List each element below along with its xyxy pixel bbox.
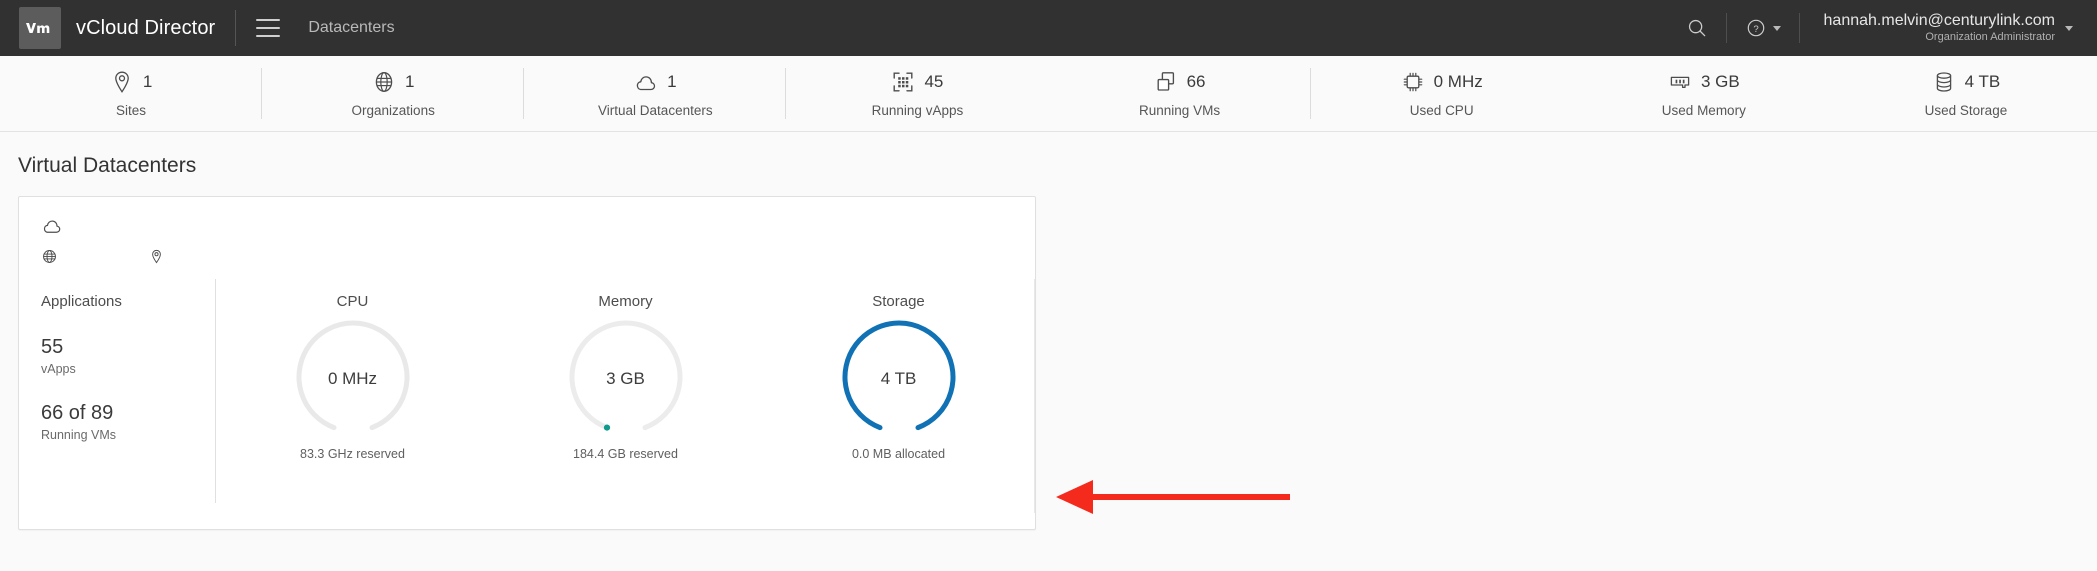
- cpu-gauge-footer: 83.3 GHz reserved: [300, 447, 405, 461]
- storage-gauge: 4 TB: [840, 320, 958, 438]
- stat-running-vms[interactable]: 66 Running VMs: [1049, 56, 1311, 131]
- card-header: [19, 197, 1035, 248]
- hamburger-icon[interactable]: [256, 19, 281, 37]
- stat-value: 1: [142, 71, 153, 91]
- stat-label: Sites: [116, 102, 147, 118]
- stat-label: Running vApps: [871, 102, 964, 118]
- stat-sites[interactable]: 1 Sites: [0, 56, 263, 131]
- cpu-gauge: 0 MHz: [294, 320, 412, 438]
- vm-logo-icon: [26, 23, 50, 33]
- running-vms-label: Running VMs: [41, 428, 117, 442]
- card-site[interactable]: [149, 248, 171, 265]
- search-icon: [1688, 19, 1705, 37]
- header-right-tools: ? hannah.melvin@centurylink.com Organiza…: [1668, 0, 2097, 56]
- arrow-left-icon: [1056, 480, 1290, 514]
- summary-stats-bar: 1 Sites 1 Organizations 1 Virtual Datace…: [0, 56, 2097, 132]
- header-divider: [235, 10, 237, 46]
- memory-gauge-value: 3 GB: [606, 369, 645, 388]
- vmware-logo[interactable]: [19, 7, 61, 49]
- user-email: hannah.melvin@centurylink.com: [1823, 12, 2055, 30]
- card-body: Applications 55 vApps 66 of 89 Running V…: [19, 279, 1035, 529]
- vapps-label: vApps: [41, 362, 76, 376]
- user-role: Organization Administrator: [1925, 31, 2055, 44]
- vm-stack-icon: [1157, 71, 1174, 91]
- stat-value: 1: [404, 71, 415, 91]
- memory-gauge: 3 GB: [567, 320, 685, 438]
- stat-label: Running VMs: [1139, 102, 1221, 118]
- virtual-datacenter-card[interactable]: Applications 55 vApps 66 of 89 Running V…: [18, 196, 1036, 530]
- globe-icon: [375, 71, 393, 92]
- cpu-gauge-value: 0 MHz: [327, 369, 378, 388]
- stat-value: 3 GB: [1700, 71, 1740, 91]
- chevron-down-icon: [1772, 25, 1781, 31]
- stat-label: Virtual Datacenters: [598, 102, 713, 118]
- stat-label: Used Memory: [1661, 102, 1746, 118]
- stat-used-storage[interactable]: 4 TB Used Storage: [1835, 56, 2097, 131]
- stat-value: 45: [924, 71, 944, 91]
- stat-used-memory[interactable]: 3 GB Used Memory: [1573, 56, 1835, 131]
- stat-value: 0 MHz: [1433, 71, 1483, 91]
- gauge-title: Memory: [598, 293, 653, 310]
- chevron-down-icon: [2065, 25, 2073, 31]
- help-circle-icon: ?: [1747, 19, 1764, 37]
- stat-running-vapps[interactable]: 45 Running vApps: [786, 56, 1048, 131]
- gauge-title: CPU: [336, 293, 369, 310]
- stat-label: Used CPU: [1409, 102, 1474, 118]
- cpu-gauge-column: CPU 0 MHz 83.3 GHz reserved: [216, 279, 489, 503]
- stat-value: 4 TB: [1964, 71, 2001, 91]
- location-pin-icon: [152, 249, 161, 264]
- page-content: Virtual Datacenters Applications 55 vApp…: [0, 154, 2097, 530]
- page-title: Virtual Datacenters: [18, 154, 197, 177]
- applications-title: Applications: [41, 293, 122, 310]
- stat-organizations[interactable]: 1 Organizations: [262, 56, 525, 131]
- location-pin-icon: [114, 71, 129, 93]
- vapps-count: 55: [41, 336, 64, 358]
- stat-label: Used Storage: [1924, 102, 2008, 118]
- cloud-icon: [43, 220, 61, 233]
- running-vms-count: 66 of 89: [41, 402, 114, 424]
- card-organization[interactable]: [41, 248, 65, 265]
- stat-value: 1: [667, 71, 677, 91]
- stat-used-cpu[interactable]: 0 MHz Used CPU: [1311, 56, 1573, 131]
- stat-virtual-datacenters[interactable]: 1 Virtual Datacenters: [524, 56, 787, 131]
- applications-column: Applications 55 vApps 66 of 89 Running V…: [19, 279, 216, 503]
- storage-gauge-footer: 0.0 MB allocated: [851, 447, 946, 461]
- svg-text:?: ?: [1753, 24, 1758, 35]
- search-button[interactable]: [1668, 0, 1726, 56]
- vapp-grid-icon: [893, 72, 913, 91]
- breadcrumb[interactable]: Datacenters: [308, 19, 394, 37]
- cloud-icon: [636, 75, 656, 90]
- cpu-chip-icon: [1403, 72, 1422, 91]
- stat-label: Organizations: [351, 102, 435, 118]
- storage-gauge-column: Storage 4 TB 0.0 MB allocated: [762, 279, 1035, 513]
- memory-stick-icon: [1670, 76, 1690, 88]
- memory-gauge-column: Memory 3 GB 184.4 GB reserved: [489, 279, 762, 503]
- memory-gauge-footer: 184.4 GB reserved: [573, 447, 678, 461]
- storage-gauge-value: 4 TB: [880, 369, 917, 388]
- annotation-arrow: [1040, 474, 1300, 524]
- app-title: vCloud Director: [76, 16, 216, 39]
- user-menu-button[interactable]: hannah.melvin@centurylink.com Organizati…: [1800, 11, 2097, 45]
- help-menu-button[interactable]: ?: [1727, 17, 1799, 39]
- storage-drum-icon: [1936, 71, 1951, 92]
- gauge-title: Storage: [872, 293, 925, 310]
- card-meta-row: [19, 248, 1035, 279]
- stat-value: 66: [1186, 71, 1206, 91]
- globe-icon: [43, 250, 56, 263]
- top-header-bar: vCloud Director Datacenters ? hannah.mel…: [0, 0, 2097, 56]
